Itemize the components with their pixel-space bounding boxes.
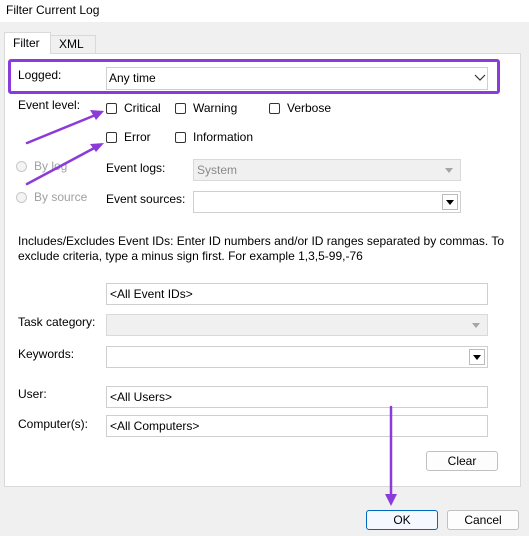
tab-filter[interactable]: Filter <box>4 32 51 54</box>
annotation-arrows <box>25 110 397 506</box>
arrow-to-error <box>25 144 100 186</box>
arrowhead-icon <box>385 494 397 506</box>
arrowhead-icon <box>90 110 104 120</box>
arrowhead-icon <box>90 143 104 152</box>
arrow-to-critical <box>25 112 100 145</box>
